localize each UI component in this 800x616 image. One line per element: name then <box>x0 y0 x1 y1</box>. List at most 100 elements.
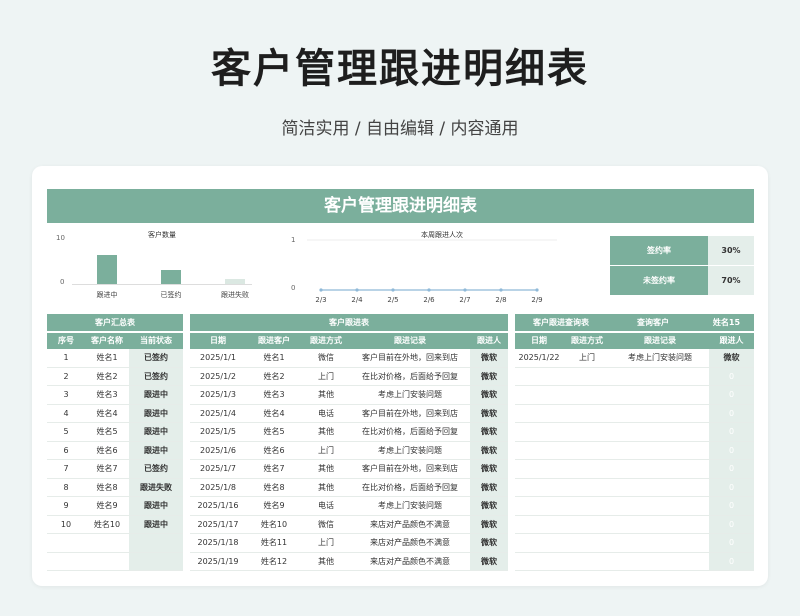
table-cell[interactable]: 考虑上门安装问题 <box>350 386 470 404</box>
table-cell[interactable] <box>611 553 709 571</box>
table-cell[interactable]: 0 <box>709 367 754 385</box>
table-cell[interactable]: 0 <box>709 404 754 422</box>
table-cell[interactable] <box>85 553 129 571</box>
table-cell[interactable] <box>515 460 563 478</box>
table-cell[interactable]: 0 <box>709 515 754 533</box>
table-cell[interactable]: 姓名3 <box>85 386 129 404</box>
table-cell[interactable]: 在比对价格，后面给予回复 <box>350 368 470 386</box>
table-cell[interactable] <box>611 386 709 404</box>
table-cell[interactable]: 微软 <box>470 386 508 404</box>
table-cell[interactable]: 考虑上门安装问题 <box>350 442 470 460</box>
table-cell[interactable]: 微软 <box>470 552 508 570</box>
table-cell[interactable]: 姓名12 <box>246 553 302 571</box>
table-cell[interactable] <box>515 497 563 515</box>
table-cell[interactable]: 2025/1/5 <box>190 423 246 441</box>
table-cell[interactable] <box>611 460 709 478</box>
table-cell[interactable]: 0 <box>709 478 754 496</box>
table-cell[interactable]: 2025/1/22 <box>515 349 563 367</box>
table-cell[interactable] <box>563 460 611 478</box>
table-cell[interactable] <box>515 534 563 552</box>
table-cell[interactable]: 跟进中 <box>129 423 183 441</box>
table-cell[interactable]: 来店对产品颜色不满意 <box>350 553 470 571</box>
table-cell[interactable]: 微软 <box>470 349 508 367</box>
table-cell[interactable]: 0 <box>709 460 754 478</box>
table-cell[interactable] <box>563 442 611 460</box>
table-cell[interactable]: 其他 <box>302 386 350 404</box>
table-cell[interactable]: 来店对产品颜色不满意 <box>350 534 470 552</box>
table-cell[interactable]: 姓名10 <box>246 516 302 534</box>
table-cell[interactable]: 2025/1/2 <box>190 368 246 386</box>
table-cell[interactable]: 姓名1 <box>85 349 129 367</box>
table-cell[interactable]: 微软 <box>470 515 508 533</box>
table-cell[interactable]: 2025/1/1 <box>190 349 246 367</box>
table-cell[interactable]: 在比对价格，后面给予回复 <box>350 479 470 497</box>
table-cell[interactable]: 其他 <box>302 479 350 497</box>
table-cell[interactable]: 微软 <box>470 534 508 552</box>
table-cell[interactable]: 姓名9 <box>246 497 302 515</box>
table-cell[interactable]: 姓名7 <box>246 460 302 478</box>
table-cell[interactable]: 在比对价格，后面给予回复 <box>350 423 470 441</box>
table-cell[interactable] <box>515 423 563 441</box>
table-cell[interactable] <box>611 423 709 441</box>
table-cell[interactable] <box>563 516 611 534</box>
table-cell[interactable]: 跟进中 <box>129 404 183 422</box>
table-cell[interactable]: 微软 <box>470 423 508 441</box>
table-cell[interactable] <box>47 553 85 571</box>
table-cell[interactable]: 跟进中 <box>129 441 183 459</box>
table-cell[interactable]: 其他 <box>302 460 350 478</box>
table-cell[interactable]: 客户目前在外地，回来到店 <box>350 405 470 423</box>
table-cell[interactable]: 微信 <box>302 516 350 534</box>
table-cell[interactable]: 2025/1/3 <box>190 386 246 404</box>
table-cell[interactable]: 2025/1/7 <box>190 460 246 478</box>
table-cell[interactable]: 姓名10 <box>85 516 129 534</box>
table-cell[interactable] <box>563 553 611 571</box>
table-cell[interactable]: 0 <box>709 386 754 404</box>
table-cell[interactable]: 微软 <box>709 349 754 367</box>
table-cell[interactable]: 客户目前在外地，回来到店 <box>350 460 470 478</box>
table-cell[interactable]: 上门 <box>563 349 611 367</box>
table-cell[interactable] <box>515 442 563 460</box>
table-cell[interactable]: 姓名7 <box>85 460 129 478</box>
table-cell[interactable]: 0 <box>709 423 754 441</box>
table-cell[interactable]: 8 <box>47 479 85 497</box>
table-cell[interactable] <box>563 368 611 386</box>
table-cell[interactable] <box>515 368 563 386</box>
table-cell[interactable]: 2025/1/19 <box>190 553 246 571</box>
table-cell[interactable]: 4 <box>47 405 85 423</box>
table-cell[interactable]: 电话 <box>302 405 350 423</box>
table-cell[interactable] <box>85 534 129 552</box>
table-cell[interactable]: 跟进失败 <box>129 478 183 496</box>
table-cell[interactable]: 2025/1/17 <box>190 516 246 534</box>
table-cell[interactable]: 5 <box>47 423 85 441</box>
table-cell[interactable]: 姓名8 <box>85 479 129 497</box>
table-cell[interactable]: 已签约 <box>129 460 183 478</box>
table-cell[interactable] <box>515 405 563 423</box>
table-cell[interactable]: 跟进中 <box>129 515 183 533</box>
table-cell[interactable] <box>563 405 611 423</box>
table-cell[interactable]: 0 <box>709 441 754 459</box>
query-customer-input[interactable]: 姓名15 <box>699 314 754 331</box>
table-cell[interactable]: 跟进中 <box>129 497 183 515</box>
table-cell[interactable] <box>611 534 709 552</box>
table-cell[interactable]: 上门 <box>302 534 350 552</box>
table-cell[interactable]: 已签约 <box>129 349 183 367</box>
table-cell[interactable] <box>515 516 563 534</box>
table-cell[interactable] <box>563 386 611 404</box>
table-cell[interactable]: 姓名11 <box>246 534 302 552</box>
table-cell[interactable] <box>611 479 709 497</box>
table-cell[interactable]: 9 <box>47 497 85 515</box>
table-cell[interactable]: 微软 <box>470 404 508 422</box>
table-cell[interactable]: 姓名1 <box>246 349 302 367</box>
table-cell[interactable]: 姓名2 <box>85 368 129 386</box>
table-cell[interactable] <box>563 479 611 497</box>
table-cell[interactable]: 姓名3 <box>246 386 302 404</box>
table-cell[interactable]: 0 <box>709 552 754 570</box>
table-cell[interactable] <box>611 442 709 460</box>
table-cell[interactable]: 2025/1/16 <box>190 497 246 515</box>
table-cell[interactable]: 来店对产品颜色不满意 <box>350 516 470 534</box>
table-cell[interactable]: 0 <box>709 497 754 515</box>
table-cell[interactable]: 姓名4 <box>85 405 129 423</box>
table-cell[interactable]: 姓名2 <box>246 368 302 386</box>
table-cell[interactable]: 微软 <box>470 497 508 515</box>
table-cell[interactable]: 上门 <box>302 368 350 386</box>
